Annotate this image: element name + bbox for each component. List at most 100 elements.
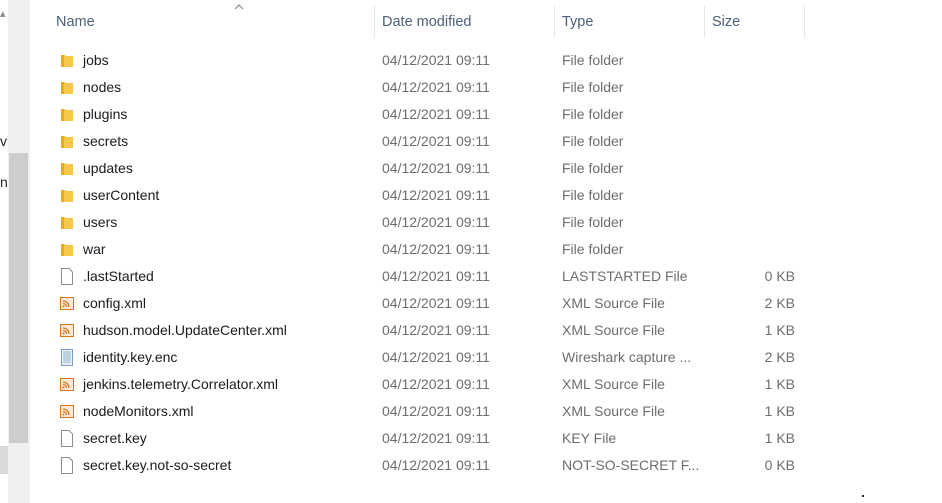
- file-type: File folder: [562, 106, 624, 122]
- file-type: File folder: [562, 241, 624, 257]
- column-divider[interactable]: [804, 6, 805, 38]
- file-type: File folder: [562, 133, 624, 149]
- file-size: [735, 128, 795, 155]
- file-type: File folder: [562, 52, 624, 68]
- column-divider[interactable]: [554, 6, 555, 38]
- xml-file-icon: [60, 297, 74, 310]
- file-date: 04/12/2021 09:11: [382, 52, 490, 68]
- file-name: war: [83, 241, 106, 257]
- file-row[interactable]: jenkins.telemetry.Correlator.xml 04/12/2…: [30, 371, 942, 398]
- file-size: 1 KB: [764, 403, 795, 419]
- xml-file-icon: [60, 405, 74, 418]
- file-size: [735, 236, 795, 263]
- column-header-name[interactable]: Name: [56, 0, 374, 44]
- folder-icon: [61, 190, 73, 202]
- file-type: XML Source File: [562, 376, 665, 392]
- file-size: [735, 74, 795, 101]
- file-row[interactable]: users 04/12/2021 09:11 File folder: [30, 209, 942, 236]
- file-name: nodeMonitors.xml: [83, 403, 194, 419]
- file-date: 04/12/2021 09:11: [382, 133, 490, 149]
- file-date: 04/12/2021 09:11: [382, 376, 490, 392]
- file-name: secret.key.not-so-secret: [83, 457, 232, 473]
- folder-icon: [61, 217, 73, 229]
- column-header-date[interactable]: Date modified: [382, 0, 552, 44]
- navigation-pane: ▴ vi n: [0, 0, 30, 503]
- file-size: [735, 182, 795, 209]
- file-row[interactable]: config.xml 04/12/2021 09:11 XML Source F…: [30, 290, 942, 317]
- file-size: 0 KB: [764, 268, 795, 284]
- folder-icon: [61, 82, 73, 94]
- file-name: userContent: [83, 187, 160, 203]
- nav-item-fragment[interactable]: n: [0, 174, 8, 190]
- file-name: secret.key: [83, 430, 147, 446]
- column-divider[interactable]: [704, 6, 705, 38]
- file-type: File folder: [562, 187, 624, 203]
- column-header: Name Date modified Type Size: [30, 0, 942, 44]
- file-name: updates: [83, 160, 133, 176]
- file-size: 1 KB: [764, 322, 795, 338]
- file-date: 04/12/2021 09:11: [382, 349, 490, 365]
- file-name: users: [83, 214, 118, 230]
- file-date: 04/12/2021 09:11: [382, 106, 490, 122]
- file-row[interactable]: userContent 04/12/2021 09:11 File folder: [30, 182, 942, 209]
- file-row[interactable]: secrets 04/12/2021 09:11 File folder: [30, 128, 942, 155]
- file-name: identity.key.enc: [83, 349, 178, 365]
- file-row[interactable]: nodes 04/12/2021 09:11 File folder: [30, 74, 942, 101]
- file-size: 2 KB: [764, 295, 795, 311]
- file-type: NOT-SO-SECRET F...: [562, 457, 700, 473]
- file-date: 04/12/2021 09:11: [382, 403, 490, 419]
- file-date: 04/12/2021 09:11: [382, 187, 490, 203]
- file-date: 04/12/2021 09:11: [382, 322, 490, 338]
- column-divider[interactable]: [374, 6, 375, 38]
- folder-icon: [61, 163, 73, 175]
- file-row[interactable]: war 04/12/2021 09:11 File folder: [30, 236, 942, 263]
- column-header-size[interactable]: Size: [712, 0, 802, 44]
- file-type: File folder: [562, 214, 624, 230]
- file-date: 04/12/2021 09:11: [382, 160, 490, 176]
- file-row[interactable]: hudson.model.UpdateCenter.xml 04/12/2021…: [30, 317, 942, 344]
- file-row[interactable]: .lastStarted 04/12/2021 09:11 LASTSTARTE…: [30, 263, 942, 290]
- file-row[interactable]: plugins 04/12/2021 09:11 File folder: [30, 101, 942, 128]
- file-size: [735, 47, 795, 74]
- file-row[interactable]: updates 04/12/2021 09:11 File folder: [30, 155, 942, 182]
- file-row[interactable]: identity.key.enc 04/12/2021 09:11 Wiresh…: [30, 344, 942, 371]
- file-size: 1 KB: [764, 430, 795, 446]
- stray-dot: [862, 495, 864, 497]
- file-row[interactable]: secret.key 04/12/2021 09:11 KEY File 1 K…: [30, 425, 942, 452]
- file-name: nodes: [83, 79, 122, 95]
- file-date: 04/12/2021 09:11: [382, 79, 490, 95]
- folder-icon: [61, 244, 73, 256]
- file-date: 04/12/2021 09:11: [382, 295, 490, 311]
- file-name: config.xml: [83, 295, 147, 311]
- file-date: 04/12/2021 09:11: [382, 241, 490, 257]
- file-date: 04/12/2021 09:11: [382, 457, 490, 473]
- file-name: secrets: [83, 133, 129, 149]
- file-type: KEY File: [562, 430, 617, 446]
- file-type: XML Source File: [562, 295, 665, 311]
- file-type: XML Source File: [562, 322, 665, 338]
- file-date: 04/12/2021 09:11: [382, 430, 490, 446]
- file-size: [735, 155, 795, 182]
- folder-icon: [61, 136, 73, 148]
- wireshark-file-icon: [61, 349, 73, 366]
- folder-icon: [61, 55, 73, 67]
- file-size: [735, 209, 795, 236]
- file-row[interactable]: jobs 04/12/2021 09:11 File folder: [30, 47, 942, 74]
- nav-selected-item[interactable]: [0, 446, 8, 474]
- file-name: plugins: [83, 106, 128, 122]
- column-header-type[interactable]: Type: [562, 0, 702, 44]
- file-type: File folder: [562, 160, 624, 176]
- nav-scrollbar-thumb[interactable]: [9, 153, 28, 443]
- file-type: Wireshark capture ...: [562, 349, 692, 365]
- file-name: hudson.model.UpdateCenter.xml: [83, 322, 287, 338]
- file-name: jobs: [83, 52, 109, 68]
- file-name: jenkins.telemetry.Correlator.xml: [83, 376, 279, 392]
- file-row[interactable]: nodeMonitors.xml 04/12/2021 09:11 XML So…: [30, 398, 942, 425]
- file-size: 0 KB: [764, 457, 795, 473]
- file-type: File folder: [562, 79, 624, 95]
- folder-icon: [61, 109, 73, 121]
- file-date: 04/12/2021 09:11: [382, 214, 490, 230]
- file-row[interactable]: secret.key.not-so-secret 04/12/2021 09:1…: [30, 452, 942, 479]
- file-date: 04/12/2021 09:11: [382, 268, 490, 284]
- file-size: 2 KB: [764, 349, 795, 365]
